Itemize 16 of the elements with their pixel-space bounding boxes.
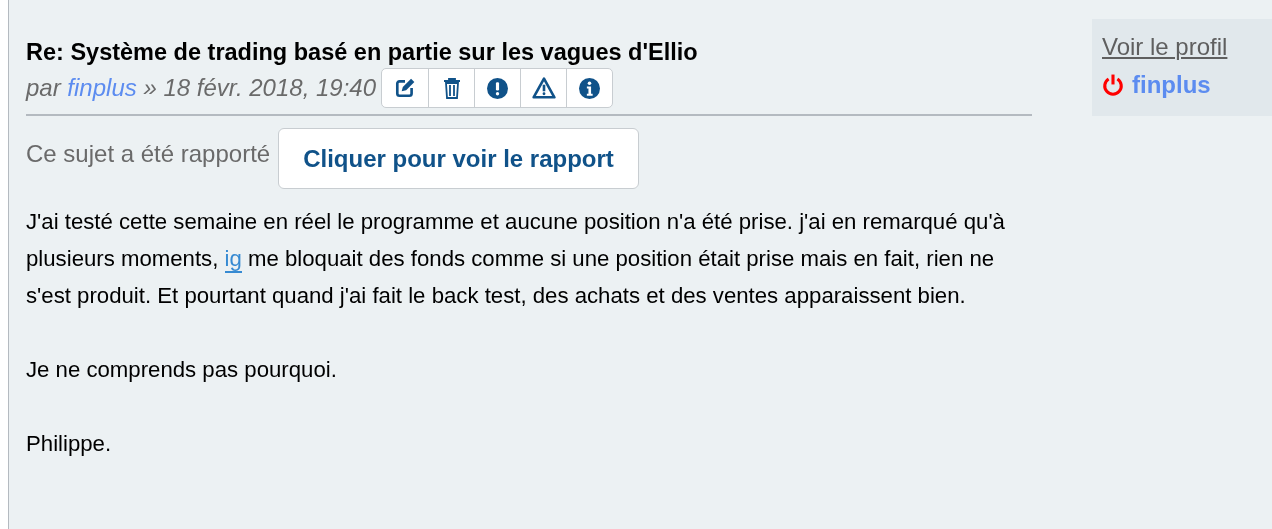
post-paragraph: Je ne comprends pas pourquoi. <box>26 356 338 384</box>
view-profile-link[interactable]: Voir le profil <box>1102 33 1228 61</box>
post-title: Re: Système de trading basé en partie sur les vagues d'Ellio <box>26 38 699 66</box>
post-paragraph: J'ai testé cette semaine en réel le programme et aucune position n'a été prise. j'ai en remarqué qu'à plusieurs moments, ig me bloquait des fonds comme si une position était prise mais en fait, rien ne s'est produit. Et pourtant quand j'ai fait le back test, des achats et des ventes apparaissent bien. <box>26 208 1006 310</box>
warning-icon <box>531 77 556 99</box>
edit-icon <box>394 77 417 99</box>
username-link[interactable]: finplus <box>1132 71 1211 99</box>
info-icon <box>579 77 601 99</box>
reported-notice: Ce sujet a été rapporté <box>26 140 271 168</box>
author-link[interactable]: finplus <box>67 74 137 101</box>
inline-link[interactable]: ig <box>224 246 242 273</box>
trash-icon <box>441 77 462 99</box>
post-paragraph: Philippe. <box>26 430 113 458</box>
post-byline: par finplus » 18 févr. 2018, 19:40 <box>26 74 377 102</box>
view-report-button[interactable]: Cliquer pour voir le rapport <box>278 128 639 189</box>
exclamation-icon <box>487 77 509 99</box>
